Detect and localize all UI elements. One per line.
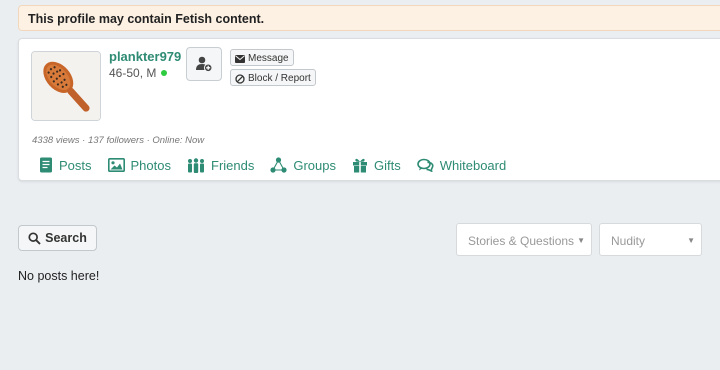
nav-gifts-label: Gifts bbox=[374, 157, 401, 173]
chat-bubbles-icon bbox=[416, 158, 434, 172]
block-icon bbox=[235, 73, 245, 84]
block-report-button[interactable]: Block / Report bbox=[230, 69, 316, 86]
chevron-down-icon: ▼ bbox=[687, 236, 695, 245]
age-sex-text: 46-50, M bbox=[109, 66, 157, 80]
nav-friends-label: Friends bbox=[211, 157, 255, 173]
nav-posts[interactable]: Posts bbox=[39, 157, 92, 173]
fetish-warning-banner: This profile may contain Fetish content. bbox=[18, 5, 720, 31]
nav-groups[interactable]: Groups bbox=[270, 157, 336, 173]
search-label: Search bbox=[45, 231, 87, 245]
message-label: Message bbox=[248, 53, 289, 64]
nav-whiteboard-label: Whiteboard bbox=[439, 157, 507, 173]
nudity-filter-select[interactable]: Nudity ▼ bbox=[599, 223, 702, 256]
nav-posts-label: Posts bbox=[59, 157, 92, 173]
follow-button[interactable] bbox=[186, 47, 222, 81]
type-filter-value: Stories & Questions bbox=[468, 234, 575, 248]
empty-state-text: No posts here! bbox=[18, 269, 100, 283]
nav-friends[interactable]: Friends bbox=[187, 158, 254, 173]
message-button[interactable]: Message bbox=[230, 49, 294, 66]
friends-icon bbox=[188, 157, 204, 173]
profile-card: plankter979 46-50, M Message Block / Rep… bbox=[18, 38, 720, 181]
avatar[interactable] bbox=[31, 51, 101, 121]
type-filter-select[interactable]: Stories & Questions ▼ bbox=[456, 223, 592, 256]
envelope-icon bbox=[235, 54, 245, 63]
profile-nav: Posts Photos Friends Groups Gifts Whiteb… bbox=[39, 155, 522, 175]
online-indicator bbox=[161, 70, 168, 76]
groups-icon bbox=[270, 157, 287, 173]
profile-stats: 4338 views · 137 followers · Online: Now bbox=[32, 135, 205, 146]
posts-icon bbox=[40, 157, 52, 173]
nav-whiteboard[interactable]: Whiteboard bbox=[416, 157, 507, 173]
age-sex-label: 46-50, M bbox=[109, 66, 168, 80]
nav-gifts[interactable]: Gifts bbox=[352, 157, 401, 173]
search-button[interactable]: Search bbox=[18, 225, 97, 251]
nav-photos[interactable]: Photos bbox=[107, 157, 171, 173]
search-icon bbox=[28, 231, 41, 245]
add-user-icon bbox=[196, 56, 213, 73]
username-link[interactable]: plankter979 bbox=[109, 49, 181, 64]
photos-icon bbox=[107, 158, 125, 172]
nudity-filter-value: Nudity bbox=[611, 234, 646, 248]
nav-groups-label: Groups bbox=[293, 157, 336, 173]
gift-icon bbox=[353, 158, 367, 173]
warning-text: This profile may contain Fetish content. bbox=[28, 12, 265, 26]
chevron-down-icon: ▼ bbox=[577, 236, 585, 245]
hairbrush-photo-icon bbox=[32, 52, 100, 120]
block-report-label: Block / Report bbox=[248, 73, 311, 84]
nav-photos-label: Photos bbox=[130, 157, 171, 173]
